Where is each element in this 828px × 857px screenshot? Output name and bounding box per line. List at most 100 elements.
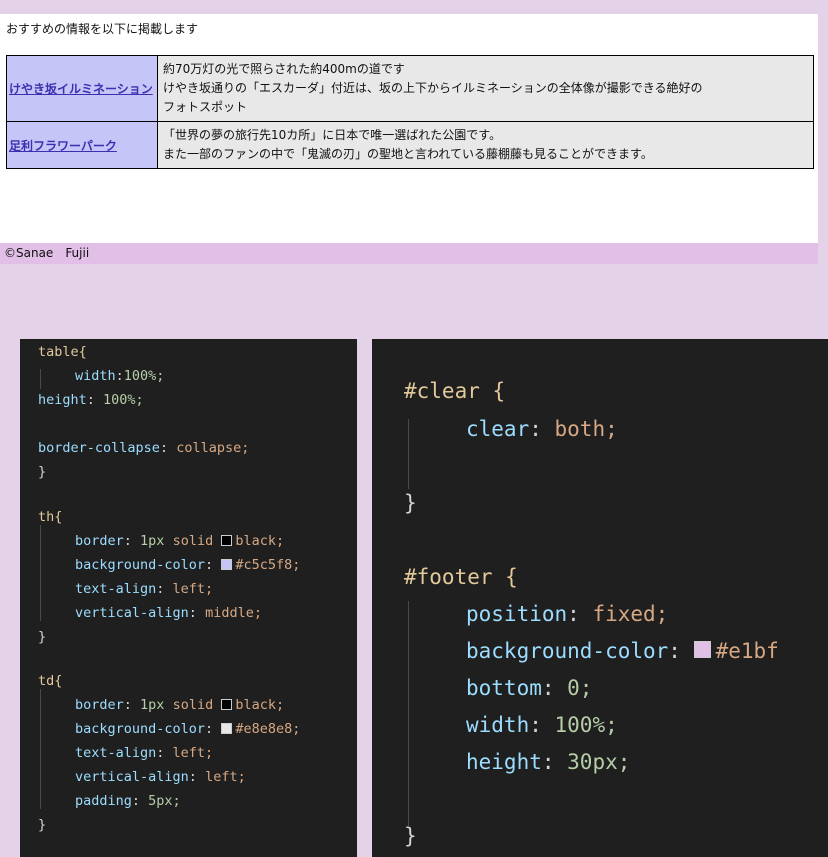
value: 5px;	[148, 793, 181, 809]
indent-guide	[408, 419, 409, 489]
closing-brace: }	[38, 464, 47, 480]
web-preview: おすすめの情報を以下に掲載します けやき坂イルミネーション 約70万灯の光で照ら…	[0, 14, 818, 264]
property: width	[75, 368, 116, 384]
value: left;	[205, 769, 246, 785]
code-line: text-align: left;	[75, 581, 214, 597]
indent-guide	[40, 525, 41, 621]
value: left;	[172, 581, 214, 597]
property: height	[466, 750, 542, 774]
value: solid	[172, 533, 214, 549]
code-line: table{	[38, 344, 87, 360]
code-line: background-color: #e8e8e8;	[75, 721, 301, 737]
color-swatch-lavender	[221, 559, 233, 570]
selector-clear: #clear {	[404, 379, 506, 403]
code-line: text-align: left;	[75, 745, 214, 761]
selector-td: td{	[38, 673, 63, 689]
property: clear	[466, 417, 530, 441]
value: 0;	[567, 676, 593, 700]
code-line: clear: both;	[466, 417, 618, 441]
code-line: td{	[38, 673, 62, 689]
code-line: position: fixed;	[466, 602, 669, 626]
property: width	[466, 713, 530, 737]
code-line: }	[404, 491, 417, 515]
value: 1px	[140, 697, 165, 713]
property: background-color	[75, 721, 206, 737]
property: bottom	[466, 676, 542, 700]
value: solid	[172, 697, 214, 713]
value: #e1bf	[715, 639, 779, 663]
code-line: height: 30px;	[466, 750, 631, 774]
selector-table: table{	[38, 344, 87, 360]
description-line: フォトスポット	[163, 100, 248, 114]
code-line: }	[38, 629, 46, 645]
indent-guide	[40, 689, 41, 809]
row-description: 「世界の夢の旅行先10カ所」に日本で唯一選ばれた公園です。 また一部のファンの中…	[157, 121, 814, 169]
value: #e8e8e8;	[235, 721, 301, 737]
value: fixed;	[592, 602, 669, 626]
description-line: 「世界の夢の旅行先10カ所」に日本で唯一選ばれた公園です。	[163, 128, 502, 142]
code-line: height: 100%;	[38, 392, 144, 408]
property: padding	[75, 793, 132, 809]
value: left;	[172, 745, 214, 761]
property: position	[466, 602, 568, 626]
intro-text: おすすめの情報を以下に掲載します	[6, 22, 199, 36]
color-swatch-pink	[693, 641, 711, 658]
property: text-align	[75, 581, 157, 597]
table-row: 足利フラワーパーク 「世界の夢の旅行先10カ所」に日本で唯一選ばれた公園です。 …	[6, 121, 814, 169]
ashikaga-flower-park-link[interactable]: 足利フラワーパーク	[9, 139, 117, 153]
keyakizaka-link[interactable]: けやき坂イルミネーション	[9, 82, 153, 96]
property: height	[38, 392, 87, 408]
selector-footer: #footer {	[404, 565, 518, 589]
property: vertical-align	[75, 769, 189, 785]
color-swatch-black	[221, 535, 233, 546]
selector-th: th{	[38, 509, 63, 525]
row-description: 約70万灯の光で照らされた約400mの道です けやき坂通りの「エスカーダ」付近は…	[157, 55, 814, 122]
code-line: #footer {	[404, 565, 518, 589]
table-row: けやき坂イルミネーション 約70万灯の光で照らされた約400mの道です けやき坂…	[6, 55, 814, 122]
value: 1px	[140, 533, 165, 549]
value: black;	[235, 697, 285, 713]
code-line: #clear {	[404, 379, 505, 403]
closing-brace: }	[38, 817, 47, 833]
code-line: background-color: #c5c5f8;	[75, 557, 301, 573]
code-line: padding: 5px;	[75, 793, 181, 809]
indent-guide	[408, 601, 409, 826]
code-line: border: 1px solid black;	[75, 697, 285, 713]
description-line: 約70万灯の光で照らされた約400mの道です	[163, 62, 405, 76]
page-footer: ©Sanae Fujii	[0, 243, 818, 264]
code-line: width: 100%;	[466, 713, 618, 737]
code-line: border: 1px solid black;	[75, 533, 285, 549]
description-line: けやき坂通りの「エスカーダ」付近は、坂の上下からイルミネーションの全体像が撮影で…	[163, 81, 703, 95]
code-line: border-collapse: collapse;	[38, 440, 250, 456]
value: black;	[235, 533, 285, 549]
value: middle;	[205, 605, 262, 621]
row-header: 足利フラワーパーク	[6, 121, 158, 169]
indent-guide	[40, 369, 41, 389]
value: 100%;	[123, 368, 165, 384]
code-line: }	[404, 824, 417, 848]
css-code-pane-right: #clear { clear: both; } #footer { positi…	[372, 339, 828, 857]
value: 30px;	[567, 750, 631, 774]
value: 100%;	[554, 713, 618, 737]
property: border	[75, 533, 124, 549]
value: both;	[554, 417, 618, 441]
code-line: bottom: 0;	[466, 676, 593, 700]
closing-brace: }	[404, 491, 417, 515]
code-line: background-color: #e1bf	[466, 639, 779, 663]
code-line: }	[38, 464, 46, 480]
code-line: width:100%;	[75, 368, 165, 384]
property: vertical-align	[75, 605, 189, 621]
value: #c5c5f8;	[235, 557, 301, 573]
css-code-pane-left: table{ width:100%; height: 100%; border-…	[20, 339, 357, 857]
property: text-align	[75, 745, 157, 761]
value: 100%;	[103, 392, 144, 408]
closing-brace: }	[38, 629, 47, 645]
row-header: けやき坂イルミネーション	[6, 55, 158, 122]
code-line: th{	[38, 509, 62, 525]
color-swatch-gray	[221, 723, 233, 734]
code-line: }	[38, 817, 46, 833]
value: collapse;	[176, 440, 250, 456]
recommendation-table: けやき坂イルミネーション 約70万灯の光で照らされた約400mの道です けやき坂…	[6, 55, 814, 169]
color-swatch-black	[221, 699, 233, 710]
property: background-color	[75, 557, 206, 573]
